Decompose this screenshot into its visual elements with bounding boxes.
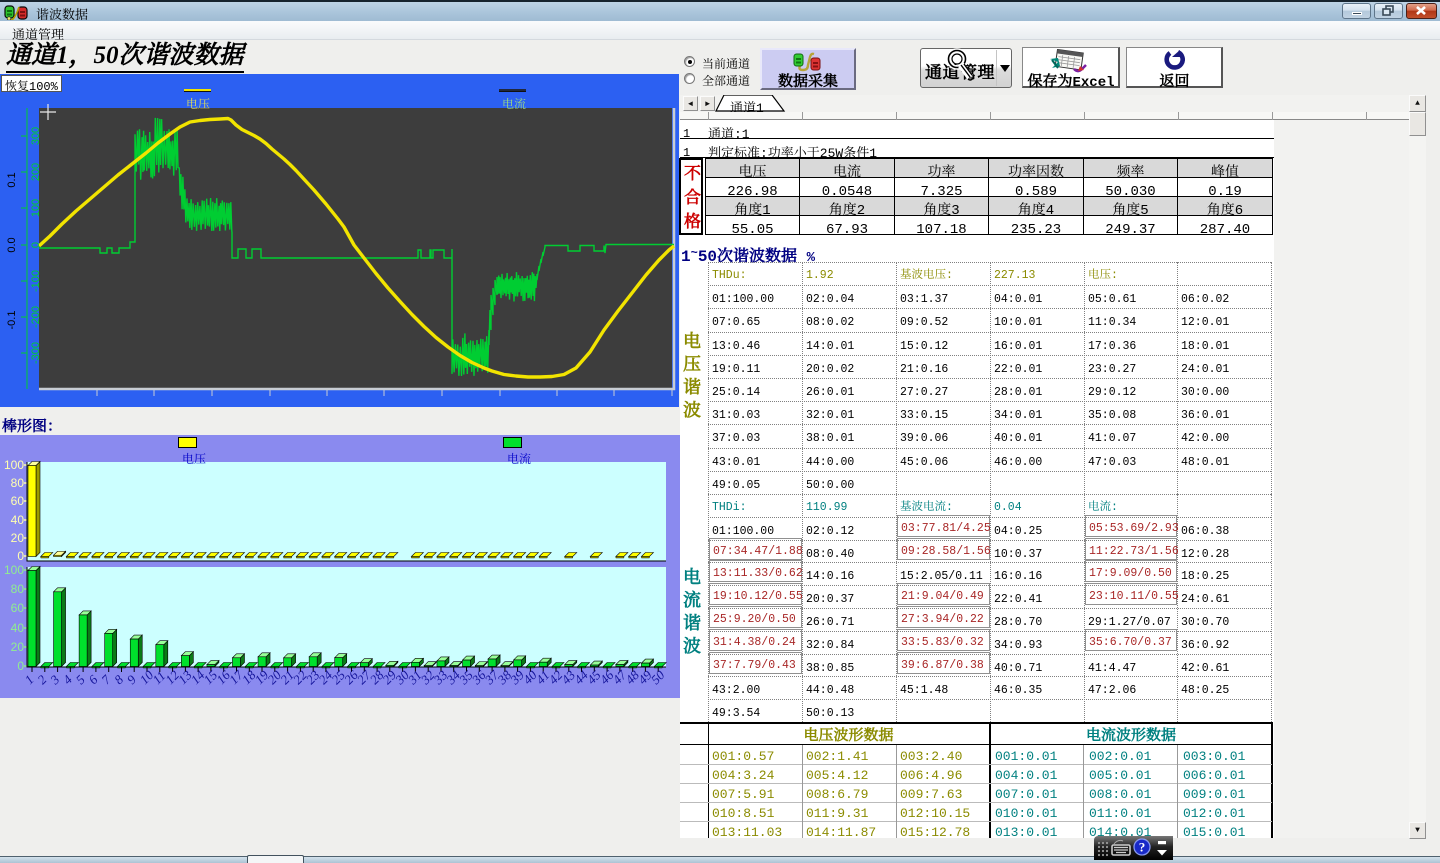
svg-text:40: 40	[11, 513, 25, 527]
svg-text:9: 9	[124, 672, 140, 688]
svg-text:20: 20	[11, 640, 25, 654]
svg-text:60: 60	[11, 601, 25, 615]
svg-text:4: 4	[60, 672, 76, 688]
svg-text:7: 7	[98, 672, 114, 688]
svg-text:2: 2	[34, 672, 50, 688]
svg-text:80: 80	[11, 476, 25, 490]
svg-text:60: 60	[11, 494, 25, 508]
svg-text:40: 40	[11, 621, 25, 635]
svg-text:50: 50	[648, 667, 668, 687]
svg-text:0: 0	[17, 659, 24, 673]
svg-text:100: 100	[4, 563, 24, 577]
svg-text:100: 100	[4, 458, 24, 472]
svg-text:0: 0	[17, 549, 24, 563]
svg-text:3: 3	[46, 672, 62, 688]
svg-text:1: 1	[22, 672, 37, 687]
svg-text:6: 6	[85, 672, 101, 688]
svg-text:5: 5	[73, 672, 89, 688]
svg-text:20: 20	[11, 531, 25, 545]
svg-text:?: ?	[1139, 840, 1146, 855]
svg-text:8: 8	[111, 672, 127, 688]
svg-text:80: 80	[11, 582, 25, 596]
